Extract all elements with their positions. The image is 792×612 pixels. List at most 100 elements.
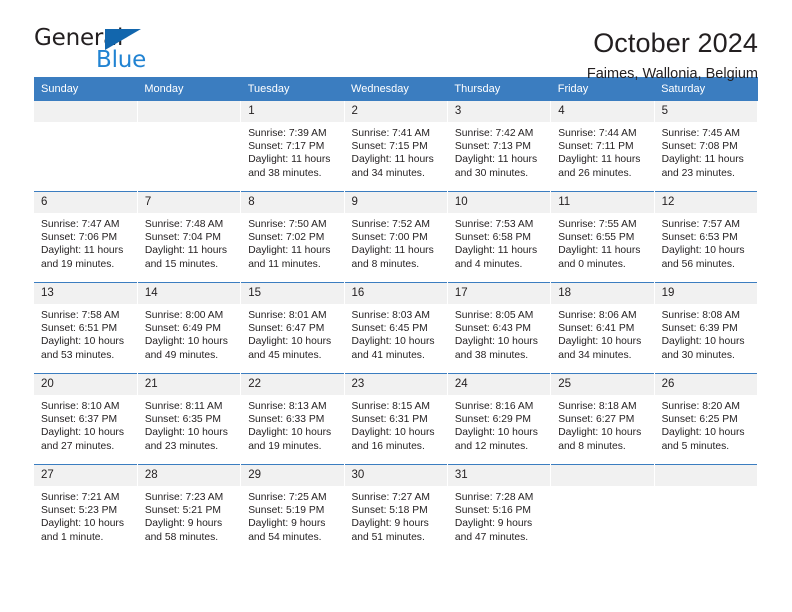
daylight-text-line2: and 58 minutes.: [144, 531, 219, 543]
daylight-text-line2: and 1 minute.: [41, 531, 104, 543]
day-cell[interactable]: 25 Sunrise: 8:18 AM Sunset: 6:27 PM Dayl…: [550, 373, 655, 465]
daylight-text-line1: Daylight: 10 hours: [558, 336, 642, 348]
day-cell[interactable]: 18 Sunrise: 8:06 AM Sunset: 6:41 PM Dayl…: [550, 282, 655, 374]
day-cell[interactable]: 29 Sunrise: 7:25 AM Sunset: 5:19 PM Dayl…: [240, 464, 345, 555]
day-cell[interactable]: 28 Sunrise: 7:23 AM Sunset: 5:21 PM Dayl…: [137, 464, 242, 555]
sunrise-text: Sunrise: 8:10 AM: [41, 401, 120, 412]
day-cell[interactable]: 12 Sunrise: 7:57 AM Sunset: 6:53 PM Dayl…: [654, 191, 759, 283]
day-details: Sunrise: 7:48 AM Sunset: 7:04 PM Dayligh…: [138, 213, 240, 271]
day-cell[interactable]: 3 Sunrise: 7:42 AM Sunset: 7:13 PM Dayli…: [447, 101, 552, 192]
day-number: 17: [447, 283, 551, 304]
day-details: Sunrise: 8:10 AM Sunset: 6:37 PM Dayligh…: [34, 395, 137, 453]
day-number: 2: [344, 101, 447, 122]
day-cell[interactable]: 22 Sunrise: 8:13 AM Sunset: 6:33 PM Dayl…: [240, 373, 345, 465]
sunrise-text: Sunrise: 7:58 AM: [41, 310, 120, 321]
day-number: 22: [241, 374, 344, 395]
sunrise-text: Sunrise: 7:41 AM: [351, 128, 430, 139]
sunrise-text: Sunrise: 7:47 AM: [41, 219, 120, 230]
weekday-header-thursday: Thursday: [447, 77, 551, 101]
day-cell[interactable]: 31 Sunrise: 7:28 AM Sunset: 5:16 PM Dayl…: [447, 464, 552, 555]
day-cell[interactable]: 11 Sunrise: 7:55 AM Sunset: 6:55 PM Dayl…: [550, 191, 655, 283]
daylight-text-line2: and 4 minutes.: [454, 258, 523, 270]
day-cell[interactable]: 14 Sunrise: 8:00 AM Sunset: 6:49 PM Dayl…: [137, 282, 242, 374]
sunrise-text: Sunrise: 8:18 AM: [558, 401, 637, 412]
day-details: Sunrise: 7:23 AM Sunset: 5:21 PM Dayligh…: [138, 486, 240, 544]
sunset-text: Sunset: 7:08 PM: [661, 141, 738, 153]
daylight-text-line2: and 5 minutes.: [661, 440, 730, 452]
calendar-page: General Blue October 2024 Faimes, Wallon…: [0, 0, 792, 612]
sunset-text: Sunset: 6:29 PM: [454, 414, 532, 426]
daylight-text-line1: Daylight: 11 hours: [558, 154, 641, 166]
day-details: Sunrise: 8:05 AM Sunset: 6:43 PM Dayligh…: [448, 304, 550, 362]
day-details: Sunrise: 7:58 AM Sunset: 6:51 PM Dayligh…: [34, 304, 137, 362]
daylight-text-line1: Daylight: 9 hours: [248, 518, 326, 530]
sunset-text: Sunset: 6:58 PM: [454, 232, 532, 244]
day-cell[interactable]: [34, 101, 138, 192]
day-number: 11: [551, 192, 654, 213]
weekday-header-monday: Monday: [137, 77, 241, 101]
general-blue-logo[interactable]: General Blue: [34, 27, 164, 79]
day-number: 29: [241, 465, 344, 486]
day-details: Sunrise: 7:52 AM Sunset: 7:00 PM Dayligh…: [345, 213, 447, 271]
day-cell[interactable]: 19 Sunrise: 8:08 AM Sunset: 6:39 PM Dayl…: [654, 282, 759, 374]
sunset-text: Sunset: 6:25 PM: [661, 414, 738, 426]
day-cell[interactable]: 20 Sunrise: 8:10 AM Sunset: 6:37 PM Dayl…: [34, 373, 138, 465]
day-cell[interactable]: 27 Sunrise: 7:21 AM Sunset: 5:23 PM Dayl…: [34, 464, 138, 555]
sunrise-text: Sunrise: 8:01 AM: [248, 310, 327, 321]
sunset-text: Sunset: 5:21 PM: [144, 505, 221, 517]
daylight-text-line2: and 8 minutes.: [558, 440, 626, 452]
day-cell[interactable]: 9 Sunrise: 7:52 AM Sunset: 7:00 PM Dayli…: [344, 191, 448, 283]
daylight-text-line2: and 54 minutes.: [248, 531, 322, 543]
day-details: Sunrise: 8:08 AM Sunset: 6:39 PM Dayligh…: [655, 304, 757, 362]
day-cell[interactable]: 13 Sunrise: 7:58 AM Sunset: 6:51 PM Dayl…: [34, 282, 138, 374]
day-cell[interactable]: [550, 464, 655, 555]
daylight-text-line1: Daylight: 9 hours: [144, 518, 223, 530]
day-cell[interactable]: 7 Sunrise: 7:48 AM Sunset: 7:04 PM Dayli…: [137, 191, 242, 283]
day-cell[interactable]: 5 Sunrise: 7:45 AM Sunset: 7:08 PM Dayli…: [654, 101, 759, 192]
day-cell[interactable]: 2 Sunrise: 7:41 AM Sunset: 7:15 PM Dayli…: [344, 101, 448, 192]
sunset-text: Sunset: 6:41 PM: [558, 323, 635, 335]
day-number: 30: [344, 465, 447, 486]
sunset-text: Sunset: 7:11 PM: [558, 141, 634, 153]
sunset-text: Sunset: 6:55 PM: [558, 232, 635, 244]
sunrise-text: Sunrise: 8:03 AM: [351, 310, 430, 321]
page-title: October 2024: [593, 28, 758, 58]
day-cell[interactable]: 30 Sunrise: 7:27 AM Sunset: 5:18 PM Dayl…: [344, 464, 448, 555]
daylight-text-line2: and 38 minutes.: [454, 349, 529, 361]
sunrise-text: Sunrise: 8:06 AM: [558, 310, 637, 321]
day-cell[interactable]: 26 Sunrise: 8:20 AM Sunset: 6:25 PM Dayl…: [654, 373, 759, 465]
day-number: [137, 101, 241, 122]
daylight-text-line1: Daylight: 11 hours: [454, 245, 538, 257]
day-cell[interactable]: 17 Sunrise: 8:05 AM Sunset: 6:43 PM Dayl…: [447, 282, 552, 374]
sunrise-text: Sunrise: 7:44 AM: [558, 128, 637, 139]
day-cell[interactable]: [137, 101, 242, 192]
day-number: 19: [654, 283, 757, 304]
sunrise-text: Sunrise: 8:15 AM: [351, 401, 430, 412]
day-cell[interactable]: 10 Sunrise: 7:53 AM Sunset: 6:58 PM Dayl…: [447, 191, 552, 283]
day-cell[interactable]: 21 Sunrise: 8:11 AM Sunset: 6:35 PM Dayl…: [137, 373, 242, 465]
day-cell[interactable]: 15 Sunrise: 8:01 AM Sunset: 6:47 PM Dayl…: [240, 282, 345, 374]
daylight-text-line1: Daylight: 10 hours: [41, 518, 124, 530]
day-cell[interactable]: 6 Sunrise: 7:47 AM Sunset: 7:06 PM Dayli…: [34, 191, 138, 283]
day-cell[interactable]: 23 Sunrise: 8:15 AM Sunset: 6:31 PM Dayl…: [344, 373, 448, 465]
day-details: Sunrise: 7:50 AM Sunset: 7:02 PM Dayligh…: [241, 213, 343, 271]
day-cell[interactable]: 8 Sunrise: 7:50 AM Sunset: 7:02 PM Dayli…: [240, 191, 345, 283]
daylight-text-line1: Daylight: 11 hours: [248, 154, 331, 166]
day-cell[interactable]: [654, 464, 759, 555]
page-header: General Blue October 2024 Faimes, Wallon…: [34, 0, 758, 83]
day-details: [551, 486, 653, 491]
page-subtitle: Faimes, Wallonia, Belgium: [586, 66, 758, 83]
day-details: Sunrise: 8:03 AM Sunset: 6:45 PM Dayligh…: [345, 304, 447, 362]
daylight-text-line1: Daylight: 10 hours: [351, 427, 435, 439]
day-cell[interactable]: 4 Sunrise: 7:44 AM Sunset: 7:11 PM Dayli…: [550, 101, 655, 192]
day-cell[interactable]: 24 Sunrise: 8:16 AM Sunset: 6:29 PM Dayl…: [447, 373, 552, 465]
sunset-text: Sunset: 6:31 PM: [351, 414, 428, 426]
day-cell[interactable]: 16 Sunrise: 8:03 AM Sunset: 6:45 PM Dayl…: [344, 282, 448, 374]
calendar-grid: Sunday Monday Tuesday Wednesday Thursday…: [34, 77, 759, 555]
day-details: Sunrise: 8:11 AM Sunset: 6:35 PM Dayligh…: [138, 395, 240, 453]
day-number: 12: [654, 192, 757, 213]
daylight-text-line2: and 8 minutes.: [351, 258, 420, 270]
sunrise-text: Sunrise: 8:13 AM: [248, 401, 327, 412]
title-block: October 2024 Faimes, Wallonia, Belgium: [587, 27, 758, 83]
day-cell[interactable]: 1 Sunrise: 7:39 AM Sunset: 7:17 PM Dayli…: [240, 101, 345, 192]
